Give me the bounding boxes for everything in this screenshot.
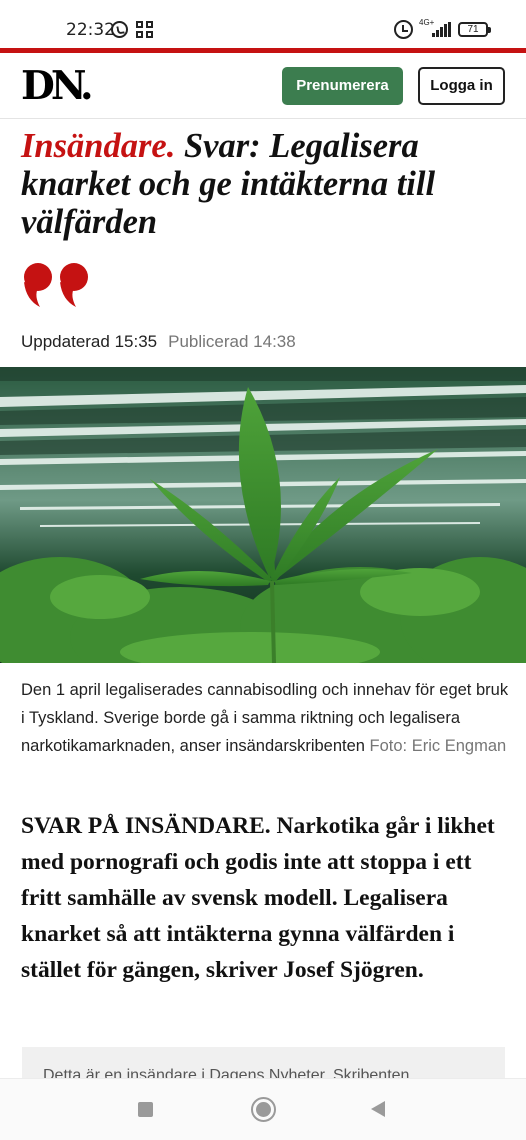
system-navigation-bar [0, 1078, 526, 1140]
article-lead: SVAR PÅ INSÄNDARE. Narkotika går i likhe… [21, 813, 495, 983]
article-timestamps: Uppdaterad 15:35 Publicerad 14:38 [21, 332, 296, 352]
headline-kicker: Insändare. [21, 127, 176, 165]
app-grid-icon [136, 21, 153, 38]
image-caption: Den 1 april legaliserades cannabisodling… [21, 676, 511, 760]
recent-apps-icon[interactable] [138, 1102, 153, 1117]
login-button[interactable]: Logga in [418, 67, 505, 105]
quote-icon [24, 263, 88, 307]
published-time: Publicerad 14:38 [168, 332, 296, 351]
updated-time: Uppdaterad 15:35 [21, 332, 158, 351]
article-headline: Insändare. Svar: Legalisera knarket och … [21, 127, 511, 241]
article-image[interactable] [0, 367, 526, 663]
dn-logo[interactable]: DN. [21, 63, 94, 109]
photo-credit: Foto: Eric Engman [369, 737, 507, 755]
clock: 22:32 [66, 20, 115, 40]
subscribe-button[interactable]: Prenumerera [282, 67, 403, 105]
back-icon[interactable] [371, 1101, 385, 1117]
home-icon[interactable] [251, 1097, 276, 1122]
cannabis-plant-photo [0, 367, 526, 663]
battery-icon: 71 [458, 22, 491, 37]
site-header: DN. Prenumerera Logga in [0, 53, 526, 119]
signal-icon [432, 22, 452, 37]
status-bar: 22:32 4G+ 71 [0, 0, 526, 48]
alarm-icon [394, 20, 413, 39]
whatsapp-icon [111, 21, 128, 38]
